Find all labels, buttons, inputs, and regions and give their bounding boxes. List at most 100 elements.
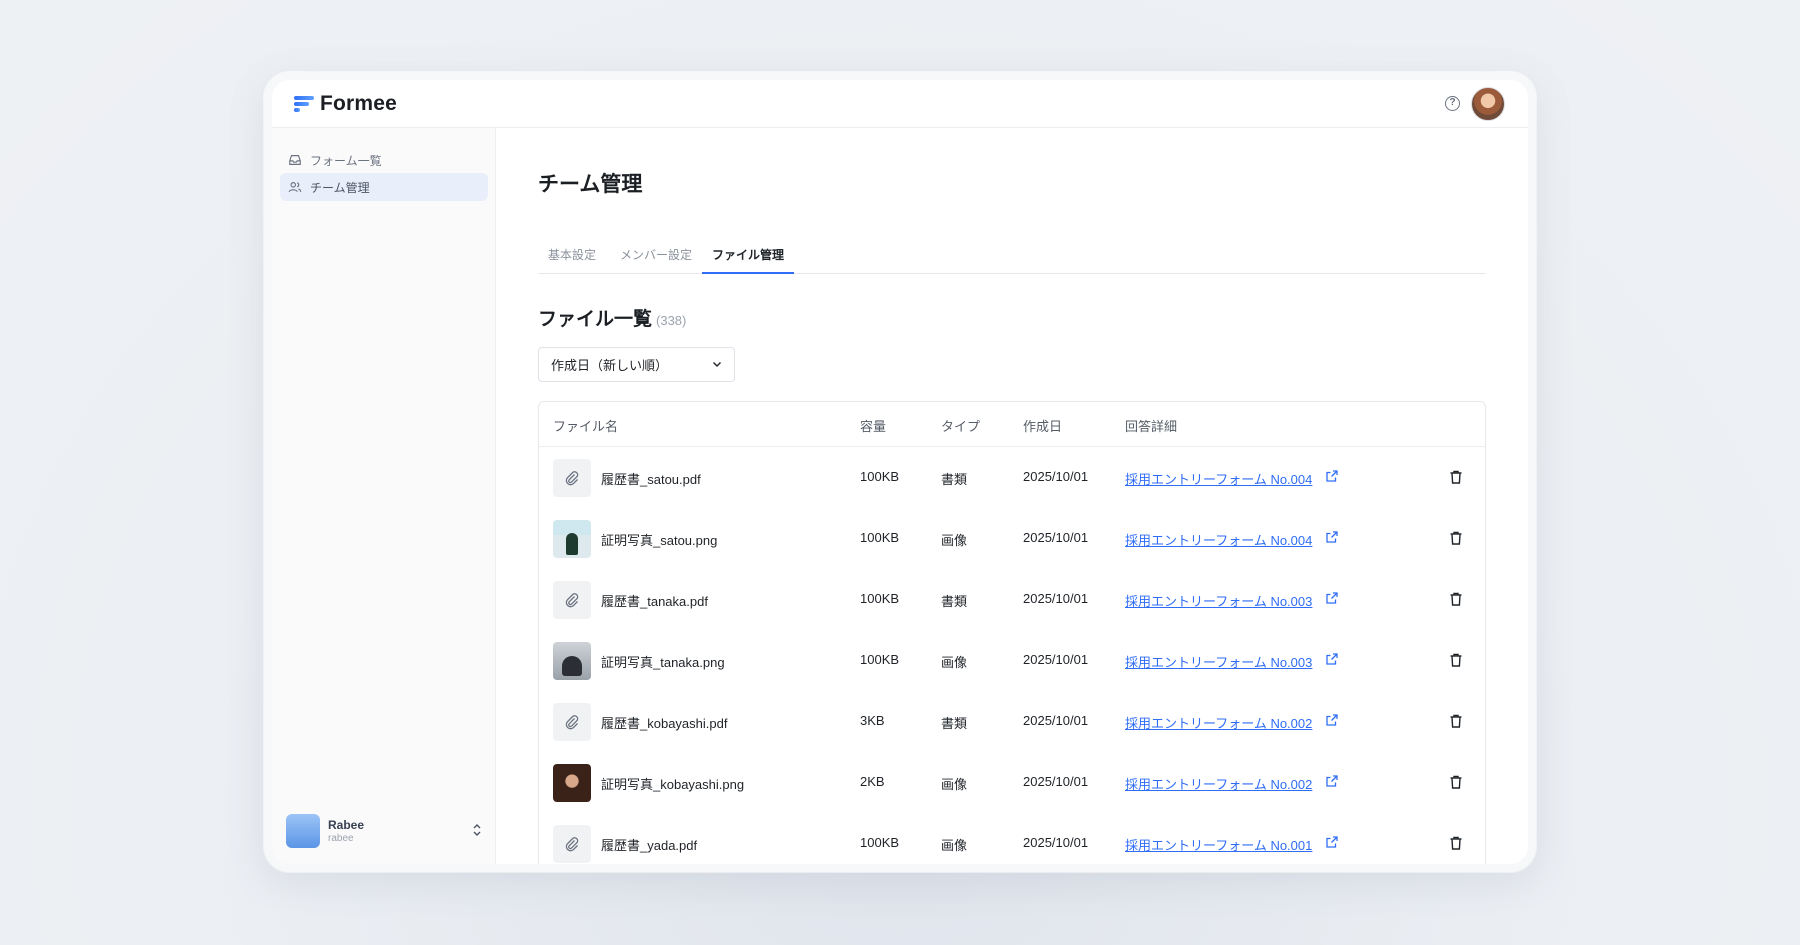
file-created: 2025/10/01 (1023, 530, 1089, 545)
file-size: 100KB (860, 530, 900, 545)
file-type: 画像 (941, 838, 968, 853)
main-content: チーム管理 基本設定 メンバー設定 ファイル管理 ファイル一覧 (338) 作成日… (496, 128, 1528, 864)
trash-icon[interactable] (1448, 591, 1464, 607)
response-detail-link[interactable]: 採用エントリーフォーム No.004 (1125, 469, 1312, 488)
table-row[interactable]: 履歴書_kobayashi.pdf 3KB 書類 2025/10/01 採用エン… (539, 691, 1485, 752)
tab-file-management[interactable]: ファイル管理 (702, 246, 795, 274)
trash-icon[interactable] (1448, 713, 1464, 729)
file-size: 100KB (860, 591, 900, 606)
table-row[interactable]: 履歴書_satou.pdf 100KB 書類 2025/10/01 採用エントリ… (539, 447, 1485, 508)
help-icon[interactable]: ? (1445, 96, 1460, 111)
file-size: 100KB (860, 652, 900, 667)
user-avatar (286, 814, 320, 848)
file-created: 2025/10/01 (1023, 469, 1089, 484)
trash-icon[interactable] (1448, 530, 1464, 546)
file-created: 2025/10/01 (1023, 835, 1089, 850)
file-type: 画像 (941, 777, 968, 792)
image-thumbnail (553, 642, 591, 680)
file-table: ファイル名 容量 タイプ 作成日 回答詳細 履歴書_satou.pdf 100K… (538, 401, 1486, 864)
image-thumbnail (553, 764, 591, 802)
image-thumbnail (553, 520, 591, 558)
external-link-icon[interactable] (1325, 713, 1339, 727)
logo-mark-icon (294, 94, 314, 114)
profile-avatar[interactable] (1471, 87, 1505, 121)
paperclip-icon (565, 715, 579, 730)
account-switcher[interactable]: Rabee rabee (286, 811, 482, 851)
response-detail-link[interactable]: 採用エントリーフォーム No.002 (1125, 713, 1312, 732)
column-header-created: 作成日 (1023, 419, 1063, 434)
external-link-icon[interactable] (1325, 469, 1339, 483)
file-created: 2025/10/01 (1023, 713, 1089, 728)
top-bar: Formee ? (272, 80, 1528, 128)
file-size: 3KB (860, 713, 885, 728)
chevron-up-down-icon (473, 824, 481, 836)
file-name: 証明写真_kobayashi.png (601, 777, 745, 792)
logo-text: Formee (320, 92, 398, 115)
table-row[interactable]: 証明写真_kobayashi.png 2KB 画像 2025/10/01 採用エ… (539, 752, 1485, 813)
response-detail-link[interactable]: 採用エントリーフォーム No.003 (1125, 591, 1312, 610)
tab-basic-settings[interactable]: 基本設定 (538, 246, 606, 274)
table-row[interactable]: 履歴書_yada.pdf 100KB 画像 2025/10/01 採用エントリー… (539, 813, 1485, 864)
file-type: 書類 (941, 594, 968, 609)
external-link-icon[interactable] (1325, 774, 1339, 788)
external-link-icon[interactable] (1325, 530, 1339, 544)
file-type: 画像 (941, 655, 968, 670)
file-created: 2025/10/01 (1023, 591, 1089, 606)
file-name: 履歴書_tanaka.pdf (601, 594, 708, 609)
section-title-text: ファイル一覧 (538, 309, 653, 330)
chevron-down-icon (713, 362, 721, 367)
file-thumbnail (553, 825, 591, 863)
trash-icon[interactable] (1448, 469, 1464, 485)
sidebar-item-forms[interactable]: フォーム一覧 (280, 146, 488, 174)
file-created: 2025/10/01 (1023, 652, 1089, 667)
inbox-icon (289, 155, 301, 165)
file-thumbnail (553, 581, 591, 619)
column-header-type: タイプ (941, 419, 981, 434)
paperclip-icon (565, 837, 579, 852)
paperclip-icon (565, 593, 579, 608)
file-name: 履歴書_satou.pdf (601, 472, 701, 487)
page-title: チーム管理 (538, 173, 643, 196)
sort-select-value: 作成日（新しい順） (551, 358, 669, 373)
response-detail-link[interactable]: 採用エントリーフォーム No.003 (1125, 652, 1312, 671)
trash-icon[interactable] (1448, 835, 1464, 851)
section-title: ファイル一覧 (338) (538, 304, 686, 331)
paperclip-icon (565, 471, 579, 486)
table-row[interactable]: 履歴書_tanaka.pdf 100KB 書類 2025/10/01 採用エント… (539, 569, 1485, 630)
table-row[interactable]: 証明写真_tanaka.png 100KB 画像 2025/10/01 採用エン… (539, 630, 1485, 691)
file-thumbnail (553, 459, 591, 497)
table-row[interactable]: 証明写真_satou.png 100KB 画像 2025/10/01 採用エント… (539, 508, 1485, 569)
response-detail-link[interactable]: 採用エントリーフォーム No.001 (1125, 835, 1312, 854)
file-type: 書類 (941, 472, 968, 487)
external-link-icon[interactable] (1325, 835, 1339, 849)
file-size: 100KB (860, 469, 900, 484)
file-name: 証明写真_satou.png (601, 533, 718, 548)
sidebar-item-team[interactable]: チーム管理 (280, 173, 488, 201)
column-header-size: 容量 (860, 419, 887, 434)
file-type: 書類 (941, 716, 968, 731)
trash-icon[interactable] (1448, 652, 1464, 668)
column-header-detail: 回答詳細 (1125, 419, 1178, 434)
response-detail-link[interactable]: 採用エントリーフォーム No.004 (1125, 530, 1312, 549)
response-detail-link[interactable]: 採用エントリーフォーム No.002 (1125, 774, 1312, 793)
tab-member-settings[interactable]: メンバー設定 (610, 246, 702, 274)
trash-icon[interactable] (1448, 774, 1464, 790)
user-name: Rabee (328, 818, 365, 832)
sort-select[interactable]: 作成日（新しい順） (538, 347, 735, 382)
column-header-name: ファイル名 (553, 419, 619, 434)
sidebar-item-label: フォーム一覧 (310, 153, 382, 168)
file-size: 100KB (860, 835, 900, 850)
sidebar: フォーム一覧 チーム管理 Rabee rabee (272, 128, 496, 864)
sidebar-item-label: チーム管理 (310, 180, 370, 195)
file-name: 履歴書_kobayashi.pdf (601, 716, 728, 731)
external-link-icon[interactable] (1325, 591, 1339, 605)
user-handle: rabee (328, 833, 354, 844)
file-count: (338) (656, 313, 687, 328)
table-header: ファイル名 容量 タイプ 作成日 回答詳細 (539, 402, 1485, 447)
file-created: 2025/10/01 (1023, 774, 1089, 789)
app-window: Formee ? フォーム一覧 チーム管理 Rabee rabee チーム管理 … (272, 80, 1528, 864)
logo[interactable]: Formee (294, 92, 397, 116)
external-link-icon[interactable] (1325, 652, 1339, 666)
file-name: 履歴書_yada.pdf (601, 838, 698, 853)
file-thumbnail (553, 703, 591, 741)
